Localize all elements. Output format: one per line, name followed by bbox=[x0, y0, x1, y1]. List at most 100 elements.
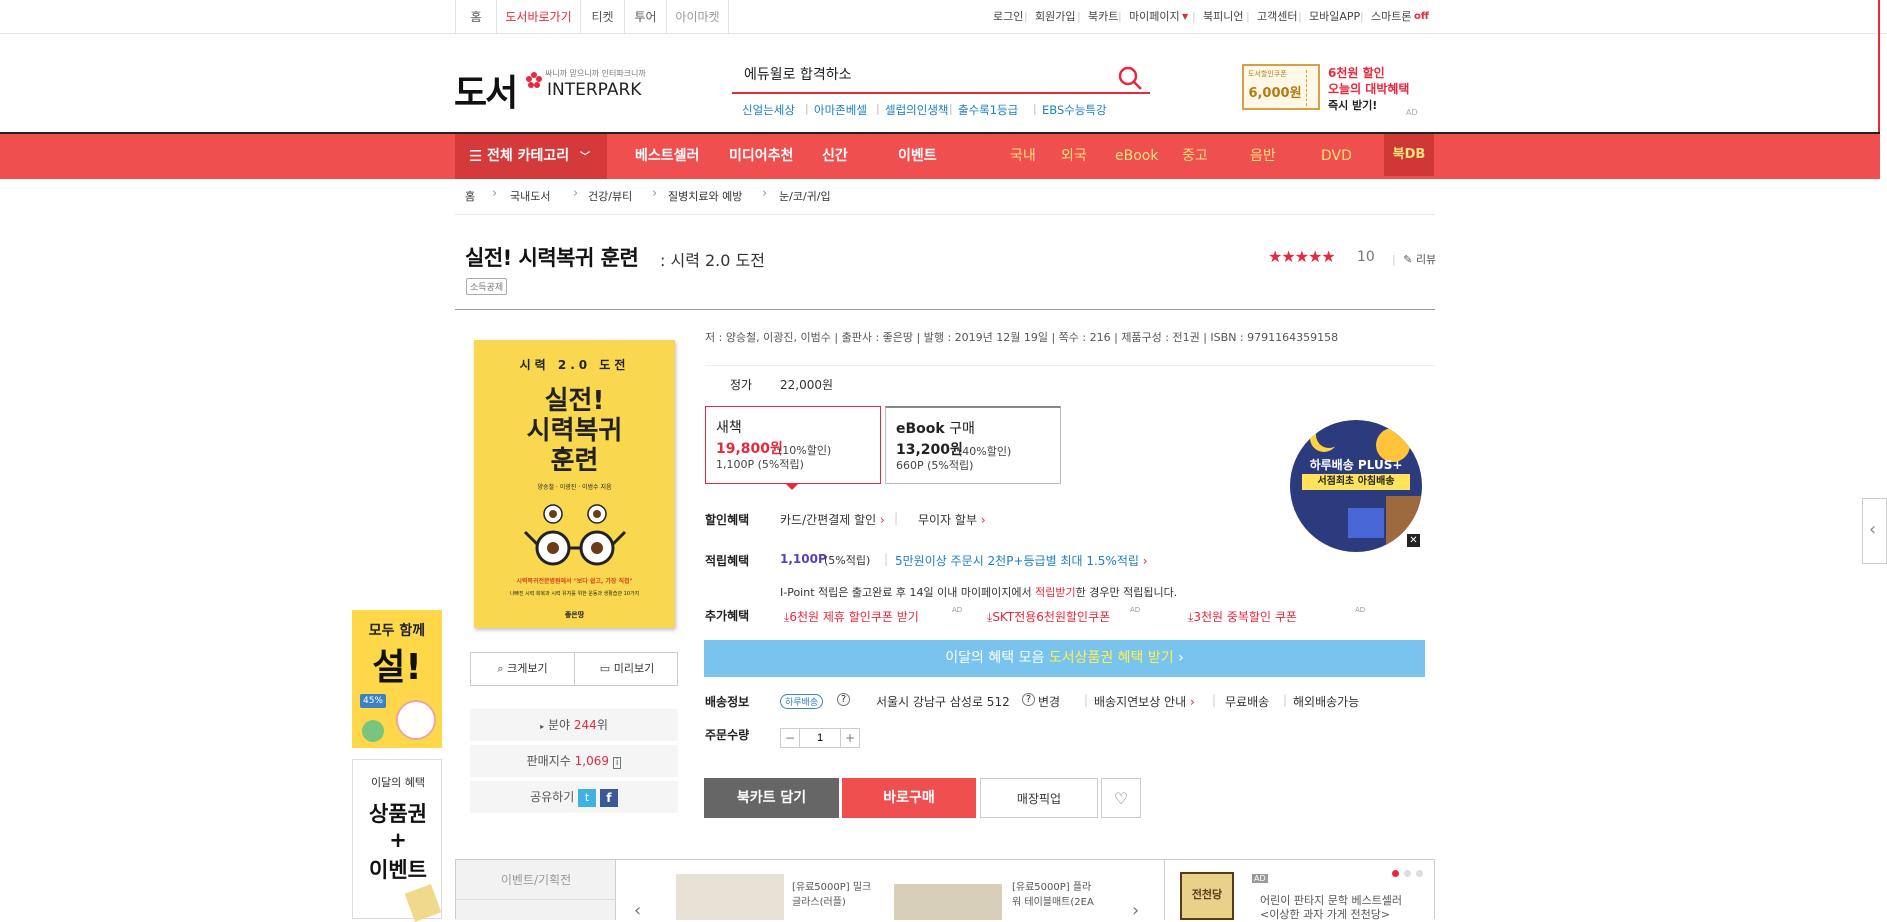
chevron-right-icon: › bbox=[1178, 650, 1184, 666]
promo-book-cover[interactable]: 전천당 bbox=[1180, 872, 1234, 920]
smartron-state[interactable]: off bbox=[1414, 0, 1429, 34]
card-discount-link[interactable]: 카드/간편결제 할인 › bbox=[780, 511, 885, 528]
carousel-next-icon[interactable]: › bbox=[1132, 900, 1139, 921]
tab-imarket[interactable]: 아이마켓 bbox=[667, 0, 729, 34]
points-extra-link[interactable]: 5만원이상 주문시 2천P+등급별 최대 1.5%적립 › bbox=[895, 552, 1148, 569]
nav-media[interactable]: 미디어추천 bbox=[729, 134, 793, 179]
nav-ebook[interactable]: eBook bbox=[1115, 134, 1158, 179]
category-menu-button[interactable]: ☰ 전체 카테고리 ﹀ bbox=[455, 134, 607, 179]
ipoint-suffix: 한 경우만 적립됩니다. bbox=[1075, 586, 1178, 599]
bookpinion-link[interactable]: 북피니언 bbox=[1203, 0, 1243, 34]
keyword-divider: | bbox=[876, 102, 880, 115]
add-to-cart-button[interactable]: 북카트 담기 bbox=[704, 778, 839, 818]
nav-dvd[interactable]: DVD bbox=[1321, 134, 1352, 179]
keyword-link[interactable]: EBS수능특강 bbox=[1042, 102, 1107, 118]
help-icon[interactable]: ? bbox=[1022, 693, 1035, 706]
option-ebook[interactable]: eBook 구매 13,200원 (40%할인) 660P (5%적립) bbox=[885, 406, 1061, 484]
gift-card-graphic bbox=[404, 884, 442, 922]
qty-input[interactable] bbox=[799, 728, 841, 748]
login-link[interactable]: 로그인 bbox=[993, 0, 1023, 34]
morning-title: 하루배송 PLUS+ bbox=[1309, 458, 1403, 472]
info-icon[interactable]: i bbox=[612, 757, 622, 769]
carousel-dot[interactable] bbox=[1416, 870, 1423, 877]
installment-link[interactable]: 무이자 할부 › bbox=[918, 511, 986, 528]
nav-bookdb[interactable]: 북DB bbox=[1384, 134, 1434, 176]
search-input[interactable] bbox=[744, 66, 1104, 82]
chevron-right-icon: › bbox=[980, 513, 986, 527]
book-cover-image[interactable]: 시력 2.0 도전 실전! 시력복귀 훈련 양승철 · 이광진 · 이범수 지음… bbox=[474, 340, 675, 628]
customer-center-link[interactable]: 고객센터 bbox=[1257, 0, 1297, 34]
ad-mark: AD bbox=[1252, 874, 1268, 883]
mypage-link[interactable]: 마이페이지 bbox=[1129, 0, 1180, 34]
signup-link[interactable]: 회원가입 bbox=[1035, 0, 1075, 34]
help-icon[interactable]: ? bbox=[837, 693, 850, 706]
keyword-link[interactable]: 출수록1등급 bbox=[958, 102, 1018, 118]
tab-tour[interactable]: 투어 bbox=[625, 0, 667, 34]
buy-now-button[interactable]: 바로구매 bbox=[842, 778, 976, 818]
logo-text[interactable]: 도서 bbox=[454, 64, 518, 116]
category-rank[interactable]: ▸ 분야 244위 bbox=[470, 709, 678, 741]
breadcrumb-item[interactable]: 눈/코/귀/입 bbox=[779, 188, 831, 204]
carousel-prev-icon[interactable]: ‹ bbox=[634, 900, 641, 921]
book-subtitle: : 시력 2.0 도전 bbox=[660, 251, 765, 270]
nav-new[interactable]: 신간 bbox=[822, 134, 848, 179]
keyword-link[interactable]: 신얼는세상 bbox=[742, 102, 795, 118]
product-thumb[interactable] bbox=[894, 884, 1002, 920]
nav-bestseller[interactable]: 베스트셀러 bbox=[635, 134, 699, 179]
main-nav: ☰ 전체 카테고리 ﹀ 베스트셀러 미디어추천 신간 이벤트 국내 외국 eBo… bbox=[0, 134, 1880, 179]
review-link[interactable]: | ✎ 리뷰 bbox=[1392, 251, 1436, 267]
coupon-download-1[interactable]: ⤓6천원 제휴 할인쿠폰 받기 bbox=[784, 608, 919, 625]
keyword-link[interactable]: 아마존베셀 bbox=[814, 102, 867, 118]
nav-domestic[interactable]: 국내 bbox=[1010, 134, 1036, 179]
delay-compensation-link[interactable]: 배송지연보상 안내 › bbox=[1094, 693, 1195, 710]
nav-event[interactable]: 이벤트 bbox=[898, 134, 937, 179]
keyword-link[interactable]: 셀럽의인생책 bbox=[885, 102, 948, 118]
preview-button[interactable]: ▭ 미리보기 bbox=[575, 653, 679, 685]
moon-shadow bbox=[1316, 422, 1342, 448]
promo-coupon-banner[interactable]: 도서할인쿠폰 6,000원 6천원 할인 오늘의 대박혜택 즉시 받기! bbox=[1242, 64, 1412, 112]
promo-line-2: 오늘의 대박혜택 bbox=[1328, 82, 1410, 96]
breadcrumb-item[interactable]: 홈 bbox=[465, 188, 475, 204]
product-title[interactable]: [유료5000P] 플라워 테이블매트(2EA bbox=[1012, 880, 1100, 910]
chevron-down-icon[interactable]: ▼ bbox=[1182, 0, 1188, 34]
monthly-benefit-ad[interactable]: 이달의 혜택 상품권 + 이벤트 bbox=[352, 759, 442, 922]
store-pickup-button[interactable]: 매장픽업 bbox=[980, 778, 1098, 818]
tab-events[interactable]: 이벤트/기획전 bbox=[456, 860, 616, 900]
wishlist-heart-icon[interactable]: ♡ bbox=[1101, 778, 1141, 818]
side-panel-toggle[interactable]: ‹ bbox=[1862, 498, 1887, 564]
breadcrumb-item[interactable]: 국내도서 bbox=[510, 188, 550, 204]
qty-decrease-button[interactable]: − bbox=[780, 728, 800, 748]
carousel-dot-active[interactable] bbox=[1392, 870, 1399, 877]
page-edge-accent bbox=[1878, 0, 1880, 134]
tab-books[interactable]: 도서바로가기 bbox=[497, 0, 581, 34]
seollal-ad-banner[interactable]: 모두 함께 설! 45% bbox=[352, 610, 442, 748]
mobile-app-link[interactable]: 모바일APP bbox=[1309, 0, 1360, 34]
tab-home[interactable]: 홈 bbox=[455, 0, 497, 34]
nav-music[interactable]: 음반 bbox=[1250, 134, 1276, 179]
product-thumb[interactable] bbox=[676, 874, 784, 920]
morning-delivery-ad[interactable]: 하루배송 PLUS+ 서점최초 아침배송 bbox=[1290, 420, 1422, 552]
coupon-download-3[interactable]: ⤓3천원 중복할인 쿠폰 bbox=[1188, 608, 1297, 625]
address-change-link[interactable]: 변경 bbox=[1038, 693, 1060, 710]
close-icon[interactable]: ✕ bbox=[1407, 534, 1420, 547]
logo-brand[interactable]: INTERPARK bbox=[547, 80, 641, 100]
smartron-link[interactable]: 스마트론 bbox=[1371, 0, 1411, 34]
twitter-icon[interactable]: t bbox=[578, 788, 597, 807]
carousel-dot[interactable] bbox=[1404, 870, 1411, 877]
option-new-book[interactable]: 새책 19,800원 (10%할인) 1,100P (5%적립) bbox=[705, 406, 881, 490]
cover-description: 나빠진 시력 회복과 시력 유지를 위한 운동과 생활습관 10가지 bbox=[509, 591, 640, 597]
ipoint-link[interactable]: 적립받기 bbox=[1035, 586, 1075, 599]
bookcart-link[interactable]: 북카트 bbox=[1088, 0, 1118, 34]
nav-used[interactable]: 중고 bbox=[1182, 134, 1208, 179]
product-title[interactable]: [유료5000P] 밀크글라스(러플) bbox=[792, 880, 880, 910]
breadcrumb-item[interactable]: 질병치료와 예방 bbox=[668, 188, 742, 204]
coupon-download-2[interactable]: ⤓SKT전용6천원할인쿠폰 bbox=[987, 608, 1110, 625]
nav-foreign[interactable]: 외국 bbox=[1061, 134, 1087, 179]
zoom-button[interactable]: ⌕ 크게보기 bbox=[471, 653, 575, 685]
search-icon[interactable] bbox=[1116, 64, 1144, 92]
facebook-icon[interactable]: f bbox=[599, 788, 618, 807]
breadcrumb-item[interactable]: 건강/뷰티 bbox=[588, 188, 632, 204]
monthly-benefit-banner[interactable]: 이달의 혜택 모음 도서상품권 혜택 받기 › bbox=[704, 640, 1425, 677]
tab-ticket[interactable]: 티켓 bbox=[581, 0, 625, 34]
qty-increase-button[interactable]: + bbox=[840, 728, 860, 748]
